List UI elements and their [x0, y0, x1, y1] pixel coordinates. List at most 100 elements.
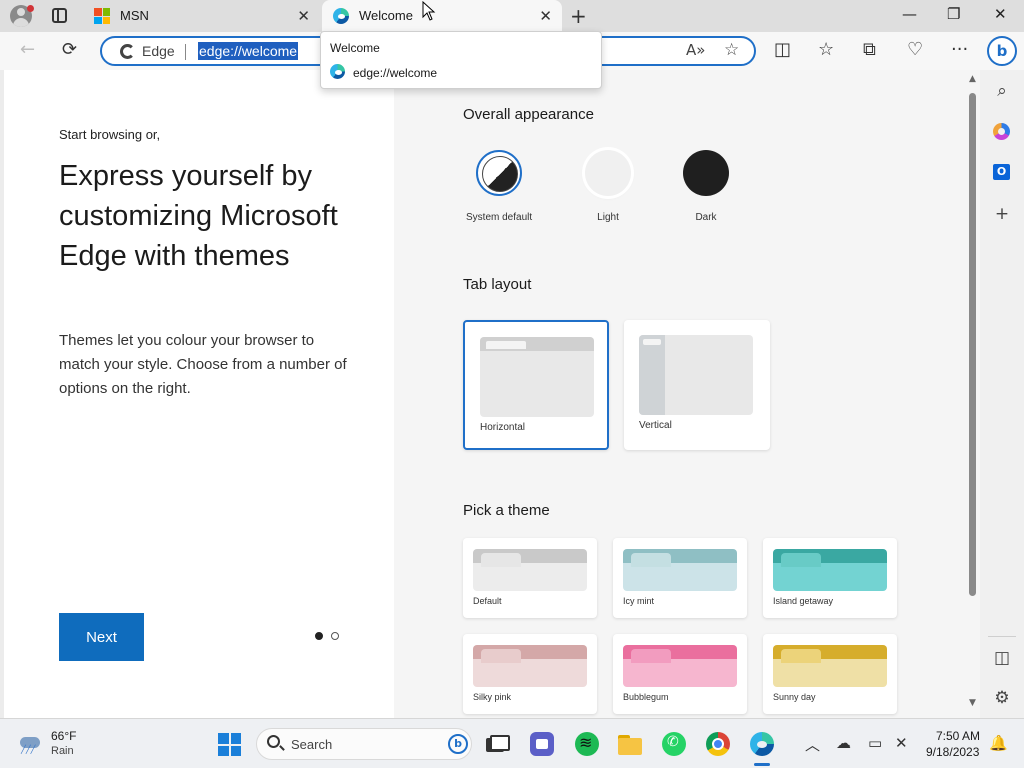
theme-label: Island getaway [773, 596, 834, 606]
restore-button[interactable]: ❐ [947, 5, 960, 23]
theme-preview [623, 645, 737, 687]
outlook-icon[interactable]: O [993, 164, 1010, 180]
page-indicator [315, 632, 339, 640]
site-label: Edge [142, 43, 175, 59]
next-button[interactable]: Next [59, 613, 144, 661]
edge-site-icon [120, 44, 135, 59]
tab-welcome[interactable]: Welcome ✕ [322, 0, 562, 32]
display-icon[interactable]: ▭ [868, 734, 882, 752]
theme-card[interactable]: Silky pink [463, 634, 597, 714]
whatsapp-icon[interactable] [662, 732, 686, 756]
horizontal-layout-preview [480, 337, 594, 417]
theme-card[interactable]: Default [463, 538, 597, 618]
spotify-icon[interactable] [575, 732, 599, 756]
taskbar-search[interactable]: Search b [256, 728, 472, 760]
edge-icon [330, 64, 345, 79]
edge-sidebar: ⌕ O + ◫ ⚙ [980, 70, 1024, 718]
appearance-option-light[interactable]: Light [585, 150, 631, 223]
copilot-icon[interactable] [993, 123, 1010, 140]
page-scrollbar[interactable]: ▲ ▼ [966, 70, 980, 718]
scroll-up-arrow-icon[interactable]: ▲ [969, 74, 976, 84]
read-aloud-icon[interactable]: A» [686, 41, 705, 59]
close-window-button[interactable]: ✕ [994, 5, 1007, 23]
address-url[interactable]: edge://welcome [198, 42, 299, 60]
msn-icon [94, 8, 110, 24]
edge-taskbar-icon[interactable] [750, 732, 774, 756]
appearance-title: Overall appearance [463, 106, 594, 123]
search-placeholder: Search [291, 737, 333, 752]
appearance-option-system[interactable]: System default [466, 150, 532, 223]
search-icon[interactable]: ⌕ [992, 81, 1012, 101]
back-button[interactable]: ← [20, 40, 35, 60]
clock-time[interactable]: 7:50 AM [936, 729, 980, 743]
theme-preview [773, 549, 887, 591]
tray-overflow-chevron-icon[interactable]: ︿ [805, 734, 820, 755]
theme-label: Icy mint [623, 596, 655, 606]
copilot-button[interactable]: b [987, 36, 1017, 66]
appearance-option-dark[interactable]: Dark [683, 150, 729, 223]
tab-hover-card: Welcome edge://welcome [320, 31, 602, 89]
minimize-button[interactable]: — [902, 5, 917, 23]
more-menu-icon[interactable]: ··· [951, 40, 968, 60]
hover-card-title: Welcome [330, 41, 380, 55]
active-app-indicator [754, 763, 770, 766]
weather-condition[interactable]: Rain [51, 745, 74, 757]
split-screen-icon[interactable]: ◫ [774, 40, 791, 60]
edge-icon [333, 8, 349, 24]
appearance-label: System default [466, 212, 533, 223]
theme-card[interactable]: Bubblegum [613, 634, 747, 714]
theme-card[interactable]: Icy mint [613, 538, 747, 618]
theme-preview [473, 549, 587, 591]
performance-icon[interactable]: ♡ [907, 40, 923, 60]
scroll-thumb[interactable] [969, 93, 976, 596]
new-tab-button[interactable]: + [570, 4, 587, 28]
favorite-star-icon[interactable]: ☆ [724, 40, 739, 60]
weather-temperature[interactable]: 66°F [51, 729, 76, 743]
clock-date[interactable]: 9/18/2023 [926, 745, 979, 759]
intro-text: Start browsing or, [59, 127, 161, 142]
layout-label: Horizontal [480, 422, 526, 433]
theme-label: Sunny day [773, 692, 816, 702]
favorites-icon[interactable]: ☆ [818, 40, 834, 60]
tab-layout-horizontal[interactable]: Horizontal [463, 320, 609, 450]
theme-card[interactable]: Island getaway [763, 538, 897, 618]
chrome-icon[interactable] [706, 732, 730, 756]
teams-icon[interactable] [530, 732, 554, 756]
tab-msn[interactable]: MSN ✕ [84, 0, 320, 32]
add-sidebar-app-icon[interactable]: + [992, 204, 1012, 224]
theme-card[interactable]: Sunny day [763, 634, 897, 714]
speaker-muted-icon[interactable]: ✕ [895, 734, 908, 752]
file-explorer-icon[interactable] [618, 732, 642, 756]
windows-taskbar: 66°F Rain Search b ︿ ☁ ▭ ✕ 7:50 AM 9/18/… [0, 718, 1024, 768]
page-description: Themes let you colour your browser to ma… [59, 332, 347, 397]
tab-actions-icon[interactable] [52, 8, 67, 23]
tab-layout-vertical[interactable]: Vertical [624, 320, 770, 450]
tab-close-icon[interactable]: ✕ [539, 7, 552, 25]
scroll-down-arrow-icon[interactable]: ▼ [969, 698, 976, 708]
task-view-icon[interactable] [484, 732, 510, 756]
notification-bell-icon[interactable]: 🔔 [989, 734, 1008, 752]
theme-preview [473, 645, 587, 687]
start-button[interactable] [218, 733, 241, 756]
welcome-page: Start browsing or, Express yourself by c… [4, 70, 966, 718]
tab-close-icon[interactable]: ✕ [297, 7, 310, 25]
theme-label: Silky pink [473, 692, 512, 702]
onedrive-icon[interactable]: ☁ [836, 734, 851, 752]
appearance-label: Light [597, 212, 619, 223]
rain-cloud-icon[interactable] [18, 734, 42, 754]
light-swatch [585, 150, 631, 196]
theme-label: Default [473, 596, 502, 606]
theme-preview [623, 549, 737, 591]
appearance-label: Dark [695, 212, 717, 223]
system-default-swatch [476, 150, 523, 196]
page-dot-active[interactable] [315, 632, 323, 640]
theme-label: Bubblegum [623, 692, 669, 702]
bing-icon[interactable]: b [448, 734, 468, 754]
hide-sidebar-icon[interactable]: ◫ [992, 648, 1012, 668]
collections-icon[interactable]: ⧉ [863, 40, 876, 60]
refresh-button[interactable]: ⟳ [62, 40, 77, 60]
page-dot[interactable] [331, 632, 339, 640]
hover-card-url: edge://welcome [353, 66, 438, 80]
address-divider [185, 44, 186, 60]
settings-gear-icon[interactable]: ⚙ [992, 688, 1012, 708]
